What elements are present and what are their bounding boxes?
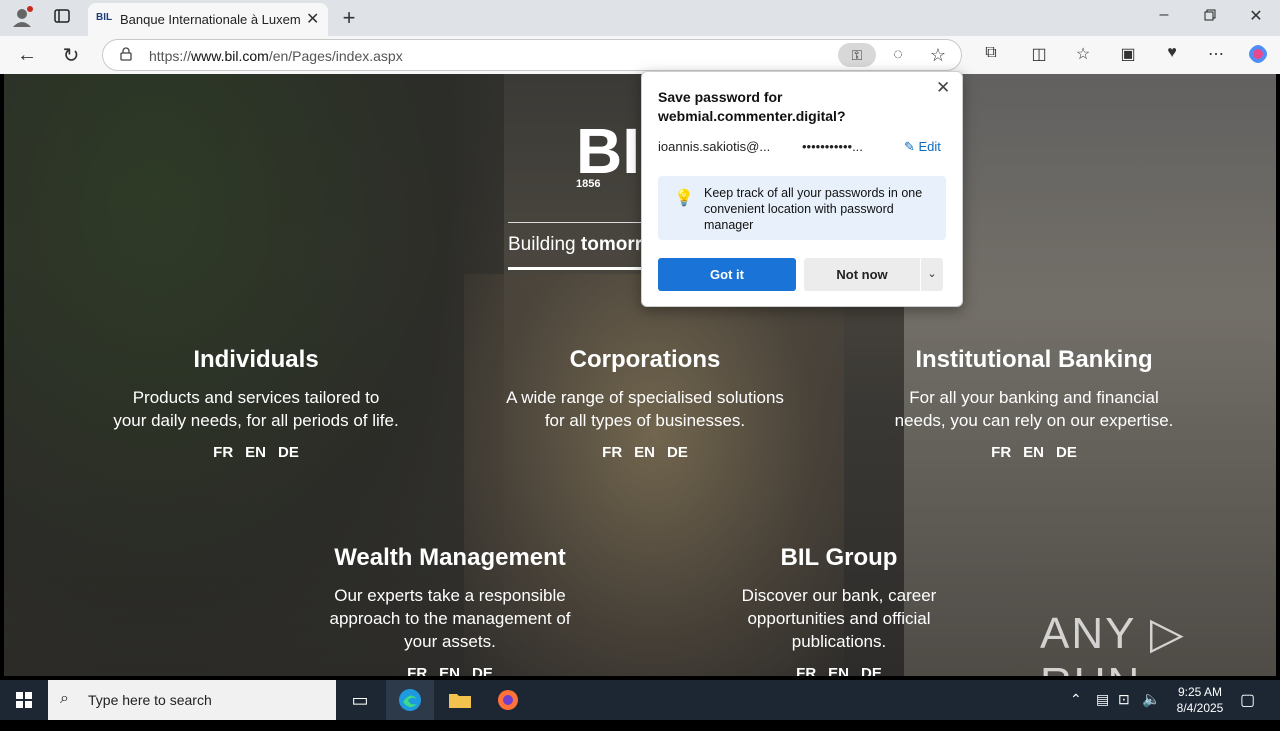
restore-icon[interactable] [1200,8,1220,26]
section-title[interactable]: Individuals [106,346,406,374]
lang-en-link[interactable]: EN [828,665,849,676]
lang-en-link[interactable]: EN [1023,444,1044,461]
more-chat-icon[interactable]: ◌ [887,46,909,64]
firefox-icon[interactable] [484,680,532,720]
lang-fr-link[interactable]: FR [407,665,427,676]
new-tab-icon[interactable]: + [338,5,360,30]
bil-favicon-icon: BIL [96,12,113,23]
address-toolbar: ← ↻ https://www.bil.com/en/Pages/index.a… [0,36,1280,74]
copilot-icon[interactable] [1246,43,1270,70]
password-field[interactable]: •••••••••••... [802,139,863,154]
favorite-star-icon[interactable]: ☆ [927,45,949,66]
username-field[interactable]: ioannis.sakiotis@... [658,139,770,154]
clock-time: 9:25 AM [1177,685,1223,699]
section-description: Products and services tailored to your da… [113,388,399,430]
search-icon: ⌕ [60,690,69,707]
language-links: FR EN DE [495,444,795,461]
section-wealth-management: Wealth Management Our experts take a res… [300,544,600,676]
clock-date: 8/4/2025 [1176,701,1224,715]
settings-more-icon[interactable]: ⋯ [1205,44,1227,64]
lang-en-link[interactable]: EN [439,665,460,676]
extensions-icon[interactable]: ⧉ [980,44,1002,62]
minimize-icon[interactable]: – [1154,6,1174,24]
browser-tab[interactable]: BIL Banque Internationale à Luxembourg ✕ [88,3,328,36]
lang-en-link[interactable]: EN [245,444,266,461]
not-now-button[interactable]: Not now [804,258,920,291]
section-title[interactable]: BIL Group [689,544,989,572]
refresh-icon[interactable]: ↻ [60,43,82,68]
section-description: For all your banking and financial needs,… [894,388,1174,430]
taskbar-clock[interactable]: 9:25 AM 8/4/2025 [1168,684,1232,716]
section-title[interactable]: Wealth Management [300,544,600,572]
notifications-icon[interactable]: ▢ [1240,690,1255,730]
tagline-underline [508,267,648,270]
windows-taskbar: ⌕ Type here to search ▭ ⌃ ▤ ⊡ 🔈 9:25 AM … [0,680,1280,720]
back-icon[interactable]: ← [16,44,38,67]
url-text: https://www.bil.com/en/Pages/index.aspx [149,48,403,64]
section-description: A wide range of specialised solutions for… [506,388,784,430]
language-links: FR EN DE [689,665,989,676]
section-description: Discover our bank, career opportunities a… [741,586,937,651]
lang-fr-link[interactable]: FR [991,444,1011,461]
tab-bar: BIL Banque Internationale à Luxembourg ✕… [0,0,1280,36]
browser-essentials-icon[interactable]: ♥ [1161,44,1183,62]
section-bil-group: BIL Group Discover our bank, career oppor… [689,544,989,676]
lang-en-link[interactable]: EN [634,444,655,461]
edit-button[interactable]: ✎ Edit [904,139,941,155]
section-title[interactable]: Corporations [495,346,795,374]
bil-logo-year: 1856 [576,178,601,190]
anyrun-watermark: ANY ▷ RUN [1040,609,1186,676]
section-corporations: Corporations A wide range of specialised… [495,346,795,461]
lang-de-link[interactable]: DE [667,444,688,461]
pencil-icon: ✎ [904,139,919,154]
tagline-divider [508,222,648,223]
favorites-icon[interactable]: ☆ [1072,44,1094,64]
lang-de-link[interactable]: DE [861,665,882,676]
taskbar-search[interactable]: ⌕ Type here to search [48,680,336,720]
wifi-icon[interactable]: ⊡ [1118,691,1130,731]
lightbulb-icon: 💡 [674,190,694,207]
save-password-dialog: Save password for webmial.commenter.digi… [641,71,963,307]
language-links: FR EN DE [300,665,600,676]
edge-icon[interactable] [386,680,434,720]
password-manager-tip: 💡 Keep track of all your passwords in on… [658,176,946,240]
split-screen-icon[interactable]: ◫ [1028,44,1050,64]
lang-fr-link[interactable]: FR [796,665,816,676]
lang-de-link[interactable]: DE [472,665,493,676]
section-description: Our experts take a responsible approach t… [329,586,571,651]
start-button[interactable] [0,680,48,720]
close-tab-icon[interactable]: ✕ [306,9,319,29]
close-window-icon[interactable]: ✕ [1246,6,1266,26]
collections-icon[interactable]: ▣ [1117,44,1139,64]
lang-de-link[interactable]: DE [1056,444,1077,461]
search-placeholder: Type here to search [88,692,212,708]
task-view-icon[interactable]: ▭ [336,680,384,720]
dialog-title: Save password for webmial.commenter.digi… [658,89,846,124]
file-explorer-icon[interactable] [436,680,484,720]
address-bar[interactable]: https://www.bil.com/en/Pages/index.aspx … [102,39,962,71]
tab-actions-icon[interactable] [52,8,72,28]
profile-icon[interactable] [10,6,34,30]
bil-homepage: BIL 1856 Building tomorr Individuals Pro… [4,74,1276,676]
tray-chevron-icon[interactable]: ⌃ [1070,691,1082,731]
password-key-icon[interactable]: ⚿ [838,43,876,67]
got-it-button[interactable]: Got it [658,258,796,291]
language-links: FR EN DE [874,444,1194,461]
lang-fr-link[interactable]: FR [213,444,233,461]
section-institutional-banking: Institutional Banking For all your banki… [874,346,1194,461]
section-individuals: Individuals Products and services tailor… [106,346,406,461]
tagline: Building tomorr [508,234,643,255]
tip-text: Keep track of all your passwords in one … [704,186,923,232]
tab-title: Banque Internationale à Luxembourg [120,12,300,27]
site-info-icon[interactable] [117,47,135,64]
chevron-down-icon[interactable]: ⌄ [921,258,943,291]
lang-de-link[interactable]: DE [278,444,299,461]
volume-icon[interactable]: 🔈 [1142,690,1161,730]
section-title[interactable]: Institutional Banking [874,346,1194,374]
network-icon[interactable]: ▤ [1096,691,1109,731]
close-dialog-icon[interactable]: ✕ [936,78,950,98]
language-links: FR EN DE [106,444,406,461]
lang-fr-link[interactable]: FR [602,444,622,461]
